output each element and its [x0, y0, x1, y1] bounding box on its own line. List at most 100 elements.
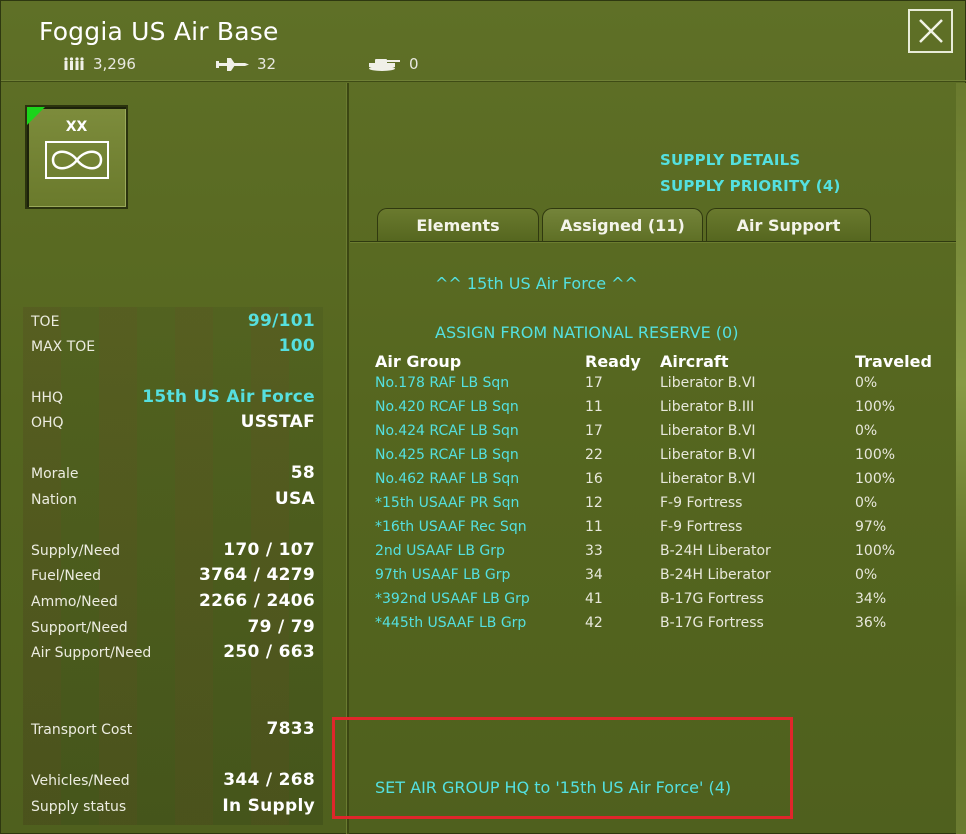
- supply-status-label: Supply status: [31, 799, 127, 815]
- vehicles-label: Vehicles/Need: [31, 773, 130, 789]
- aircraft-count: 32: [257, 55, 277, 73]
- vehicles-row: Vehicles/Need 344 / 268: [31, 770, 315, 792]
- men-count: 3,296: [93, 55, 136, 73]
- ready-value: 34: [585, 567, 603, 583]
- fuel-row: Fuel/Need 3764 / 4279: [31, 565, 315, 587]
- header-divider: [1, 80, 966, 82]
- aircraft-type: Liberator B.III: [660, 399, 755, 415]
- close-icon: [918, 19, 943, 43]
- col-header-traveled: Traveled: [855, 352, 932, 371]
- supply-label: Supply/Need: [31, 543, 121, 559]
- table-row[interactable]: No.178 RAF LB Sqn 17 Liberator B.VI 0%: [375, 375, 935, 399]
- ammo-row: Ammo/Need 2266 / 2406: [31, 591, 315, 613]
- supply-details-link[interactable]: SUPPLY DETAILS: [660, 151, 800, 169]
- traveled-value: 0%: [855, 567, 878, 583]
- toe-row: TOE 99/101: [31, 311, 315, 333]
- unit-detail-panel: Foggia US Air Base 3,296 32 0 XX TOE 99/…: [0, 0, 966, 834]
- morale-row: Morale 58: [31, 463, 315, 485]
- vehicles-value: 344 / 268: [223, 770, 315, 790]
- col-header-group: Air Group: [375, 352, 462, 371]
- transport-row: Transport Cost 7833: [31, 719, 315, 741]
- air-group-name: No.178 RAF LB Sqn: [375, 375, 510, 391]
- aircraft-type: B-17G Fortress: [660, 591, 764, 607]
- nation-row: Nation USA: [31, 489, 315, 511]
- nation-label: Nation: [31, 492, 77, 508]
- ready-value: 42: [585, 615, 603, 631]
- supply-status-value: In Supply: [222, 796, 315, 816]
- table-row[interactable]: *16th USAAF Rec Sqn 11 F-9 Fortress 97%: [375, 519, 935, 543]
- supply-value: 170 / 107: [223, 540, 315, 560]
- air-group-name: *16th USAAF Rec Sqn: [375, 519, 527, 535]
- traveled-value: 100%: [855, 471, 896, 487]
- table-row[interactable]: No.462 RAAF LB Sqn 16 Liberator B.VI 100%: [375, 471, 935, 495]
- ready-value: 11: [585, 399, 603, 415]
- traveled-value: 0%: [855, 495, 878, 511]
- table-row[interactable]: 2nd USAAF LB Grp 33 B-24H Liberator 100%: [375, 543, 935, 567]
- tab-air-support[interactable]: Air Support: [706, 208, 871, 242]
- unit-size-label: XX: [65, 119, 88, 135]
- aircraft-type: B-24H Liberator: [660, 567, 771, 583]
- table-row[interactable]: *15th USAAF PR Sqn 12 F-9 Fortress 0%: [375, 495, 935, 519]
- unit-title: Foggia US Air Base: [39, 17, 279, 46]
- table-row[interactable]: No.425 RCAF LB Sqn 22 Liberator B.VI 100%: [375, 447, 935, 471]
- ready-value: 16: [585, 471, 603, 487]
- morale-value: 58: [290, 463, 315, 483]
- unit-counter[interactable]: XX: [25, 105, 128, 209]
- header: Foggia US Air Base 3,296 32 0: [1, 1, 966, 81]
- close-button[interactable]: [908, 9, 953, 53]
- traveled-value: 100%: [855, 543, 896, 559]
- traveled-value: 100%: [855, 447, 896, 463]
- hhq-link[interactable]: 15th US Air Force: [142, 387, 315, 407]
- support-value: 79 / 79: [247, 617, 315, 637]
- ammo-label: Ammo/Need: [31, 594, 118, 610]
- table-row[interactable]: No.420 RCAF LB Sqn 11 Liberator B.III 100%: [375, 399, 935, 423]
- hhq-row: HHQ 15th US Air Force: [31, 387, 315, 409]
- traveled-value: 97%: [855, 519, 887, 535]
- air-group-name: *445th USAAF LB Grp: [375, 615, 527, 631]
- traveled-value: 0%: [855, 423, 878, 439]
- assign-reserve-link[interactable]: ASSIGN FROM NATIONAL RESERVE (0): [435, 323, 738, 342]
- set-air-group-hq-link[interactable]: SET AIR GROUP HQ to '15th US Air Force' …: [375, 778, 731, 797]
- aircraft-type: Liberator B.VI: [660, 447, 756, 463]
- transport-value: 7833: [266, 719, 315, 739]
- aircraft-type: B-24H Liberator: [660, 543, 771, 559]
- traveled-value: 100%: [855, 399, 896, 415]
- tab-assigned[interactable]: Assigned (11): [542, 208, 703, 242]
- max-toe-row: MAX TOE 100: [31, 336, 315, 358]
- air-group-name: No.420 RCAF LB Sqn: [375, 399, 519, 415]
- tab-elements[interactable]: Elements: [377, 208, 539, 242]
- vehicles-stat: 0: [367, 55, 419, 73]
- tank-icon: [367, 57, 401, 71]
- table-row[interactable]: No.424 RCAF LB Sqn 17 Liberator B.VI 0%: [375, 423, 935, 447]
- men-icon: [63, 57, 85, 71]
- aircraft-type: Liberator B.VI: [660, 471, 756, 487]
- ready-value: 17: [585, 375, 603, 391]
- air-support-label: Air Support/Need: [31, 645, 152, 661]
- col-header-aircraft: Aircraft: [660, 352, 729, 371]
- support-row: Support/Need 79 / 79: [31, 617, 315, 639]
- traveled-value: 0%: [855, 375, 878, 391]
- air-group-name: *15th USAAF PR Sqn: [375, 495, 520, 511]
- fuel-label: Fuel/Need: [31, 568, 101, 584]
- men-stat: 3,296: [63, 55, 136, 73]
- aircraft-type: F-9 Fortress: [660, 519, 743, 535]
- hhq-label: HHQ: [31, 390, 64, 406]
- table-row[interactable]: *445th USAAF LB Grp 42 B-17G Fortress 36%: [375, 615, 935, 639]
- aircraft-type: B-17G Fortress: [660, 615, 764, 631]
- air-group-name: No.462 RAAF LB Sqn: [375, 471, 520, 487]
- air-support-value: 250 / 663: [223, 642, 315, 662]
- table-row[interactable]: *392nd USAAF LB Grp 41 B-17G Fortress 34%: [375, 591, 935, 615]
- ammo-value: 2266 / 2406: [199, 591, 315, 611]
- air-group-name: 2nd USAAF LB Grp: [375, 543, 505, 559]
- hq-link[interactable]: ^^ 15th US Air Force ^^: [435, 274, 638, 293]
- air-group-name: *392nd USAAF LB Grp: [375, 591, 530, 607]
- ready-value: 12: [585, 495, 603, 511]
- table-row[interactable]: 97th USAAF LB Grp 34 B-24H Liberator 0%: [375, 567, 935, 591]
- aircraft-type: F-9 Fortress: [660, 495, 743, 511]
- air-support-row: Air Support/Need 250 / 663: [31, 642, 315, 664]
- col-header-ready: Ready: [585, 352, 641, 371]
- nation-value: USA: [274, 489, 315, 509]
- supply-priority-link[interactable]: SUPPLY PRIORITY (4): [660, 177, 841, 195]
- map-edge: [956, 83, 966, 834]
- highlight-box: [332, 717, 793, 819]
